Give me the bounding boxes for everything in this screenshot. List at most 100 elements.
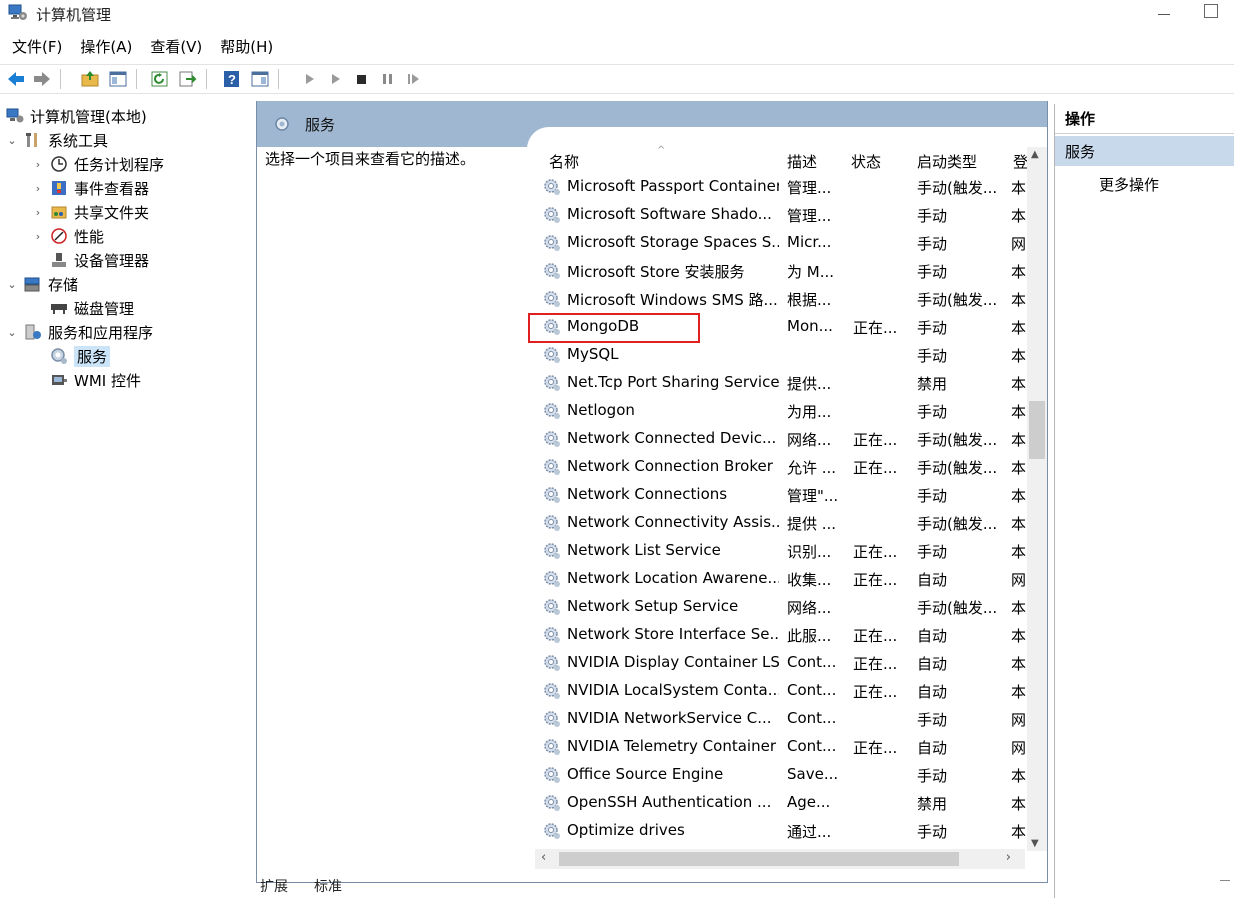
scroll-down-icon[interactable]: ▼ bbox=[1031, 838, 1039, 849]
service-name: OpenSSH Authentication ... bbox=[567, 793, 772, 811]
service-name: Network Connection Broker bbox=[567, 457, 773, 475]
service-startup-type: 自动 bbox=[917, 655, 948, 673]
service-row[interactable]: NVIDIA Display Container LS Cont... 正在... 自… bbox=[527, 649, 1027, 677]
pause-service-icon[interactable] bbox=[378, 70, 398, 88]
chevron-down-icon[interactable]: ⌄ bbox=[6, 278, 18, 291]
service-name: Netlogon bbox=[567, 401, 635, 419]
service-row[interactable]: NVIDIA LocalSystem Conta... Cont... 正在... 自… bbox=[527, 677, 1027, 705]
menu-help[interactable]: 帮助(H) bbox=[220, 36, 273, 60]
service-row[interactable]: NVIDIA NetworkService C... Cont... 手动网 bbox=[527, 705, 1027, 733]
chevron-down-icon[interactable]: ⌄ bbox=[6, 134, 18, 147]
service-gear-icon bbox=[543, 374, 561, 392]
service-gear-icon bbox=[543, 486, 561, 504]
start-service-icon[interactable] bbox=[300, 70, 320, 88]
maximize-button[interactable] bbox=[1204, 4, 1218, 18]
service-row[interactable]: Microsoft Store 安装服务为 M... 手动本 bbox=[527, 257, 1027, 285]
service-row[interactable]: Network Connectivity Assis... 提供 ... 手动(触发… bbox=[527, 509, 1027, 537]
forward-arrow-icon[interactable] bbox=[32, 70, 52, 88]
tree-item-event-viewer[interactable]: › 事件查看器 bbox=[32, 176, 149, 200]
service-gear-icon bbox=[543, 290, 561, 308]
tree-item-shared-folders[interactable]: › 共享文件夹 bbox=[32, 200, 149, 224]
service-row[interactable]: Network Connection Broker 允许 ... 正在... 手动(触… bbox=[527, 453, 1027, 481]
storage-icon bbox=[24, 275, 42, 293]
service-row[interactable]: Network Connections 管理"... 手动本 bbox=[527, 481, 1027, 509]
panel-title: 服务 bbox=[305, 116, 336, 134]
tree-item-system-tools[interactable]: ⌄ 系统工具 bbox=[6, 128, 108, 152]
service-row[interactable]: Netlogon 为用... 手动本 bbox=[527, 397, 1027, 425]
shared-folders-icon bbox=[50, 203, 68, 221]
service-name: Network Setup Service bbox=[567, 597, 739, 615]
tools-icon bbox=[24, 131, 42, 149]
tree-item-task-scheduler[interactable]: › 任务计划程序 bbox=[32, 152, 164, 176]
service-row[interactable]: Optimize drives 通过... 手动本 bbox=[527, 817, 1027, 845]
menu-file[interactable]: 文件(F) bbox=[12, 36, 62, 60]
service-row[interactable]: Network Connected Devic... 网络... 正在... 手动(触… bbox=[527, 425, 1027, 453]
refresh-icon[interactable] bbox=[150, 70, 170, 88]
service-row[interactable]: Microsoft Windows SMS 路... 根据... 手动(触发... 本 bbox=[527, 285, 1027, 313]
service-row[interactable]: MySQL 手动本 bbox=[527, 341, 1027, 369]
column-header-logon-as[interactable]: 登 bbox=[1013, 151, 1028, 172]
actions-section-services[interactable]: 服务 bbox=[1055, 136, 1234, 166]
service-gear-icon bbox=[543, 822, 561, 840]
show-hide-tree-icon[interactable] bbox=[108, 70, 128, 88]
tree-item-disk-management[interactable]: 磁盘管理 bbox=[50, 296, 134, 320]
service-row[interactable]: Microsoft Passport Container 管理... 手动(触发..… bbox=[527, 173, 1027, 201]
tree-item-device-manager[interactable]: 设备管理器 bbox=[50, 248, 149, 272]
performance-icon bbox=[50, 227, 68, 245]
export-list-icon[interactable] bbox=[178, 70, 198, 88]
menu-action[interactable]: 操作(A) bbox=[80, 36, 132, 60]
tree-item-storage[interactable]: ⌄ 存储 bbox=[6, 272, 78, 296]
minimize-button[interactable] bbox=[1152, 3, 1176, 23]
scroll-up-icon[interactable]: ▲ bbox=[1031, 149, 1039, 160]
chevron-down-icon[interactable]: ⌄ bbox=[6, 326, 18, 339]
service-description: 此服... bbox=[787, 627, 832, 645]
horizontal-scrollbar[interactable]: ‹ › bbox=[535, 849, 1025, 869]
chevron-right-icon[interactable]: › bbox=[32, 182, 44, 195]
up-folder-icon[interactable] bbox=[80, 70, 100, 88]
stop-service-icon[interactable] bbox=[352, 70, 372, 88]
chevron-right-icon[interactable]: › bbox=[32, 206, 44, 219]
service-description: Mon... bbox=[787, 317, 833, 335]
service-row[interactable]: Microsoft Storage Spaces S... Micr... 手动网 bbox=[527, 229, 1027, 257]
service-row[interactable]: Microsoft Software Shado... 管理... 手动本 bbox=[527, 201, 1027, 229]
tree-item-performance[interactable]: › 性能 bbox=[32, 224, 104, 248]
service-row[interactable]: Network Location Awarene... 收集... 正在... 自动网 bbox=[527, 565, 1027, 593]
column-header-status[interactable]: 状态 bbox=[851, 151, 881, 172]
more-actions-link[interactable]: 更多操作 bbox=[1099, 174, 1159, 195]
horizontal-scroll-thumb[interactable] bbox=[559, 852, 959, 866]
tree-item-computer-management[interactable]: 计算机管理(本地) bbox=[6, 104, 147, 128]
show-hide-action-pane-icon[interactable] bbox=[250, 70, 270, 88]
service-row[interactable]: Network List Service 识别... 正在... 手动本 bbox=[527, 537, 1027, 565]
service-name: NVIDIA Telemetry Container bbox=[567, 737, 776, 755]
service-row[interactable]: NVIDIA Telemetry Container Cont... 正在... 自动… bbox=[527, 733, 1027, 761]
service-row[interactable]: Office Source Engine Save... 手动本 bbox=[527, 761, 1027, 789]
vertical-scrollbar[interactable]: ▲ ▼ bbox=[1027, 147, 1047, 851]
scroll-left-icon[interactable]: ‹ bbox=[541, 850, 546, 865]
back-arrow-icon[interactable] bbox=[6, 70, 26, 88]
help-icon[interactable]: ? bbox=[222, 70, 242, 88]
service-status: 正在... bbox=[853, 431, 898, 449]
service-row[interactable]: Network Store Interface Se... 此服... 正在... 自… bbox=[527, 621, 1027, 649]
column-header-description[interactable]: 描述 bbox=[787, 151, 817, 172]
tree-item-label: WMI 控件 bbox=[74, 371, 141, 390]
scroll-thumb[interactable] bbox=[1029, 401, 1045, 459]
restart-service-icon[interactable] bbox=[404, 70, 424, 88]
tab-standard[interactable]: 标准 bbox=[314, 876, 342, 896]
chevron-right-icon[interactable]: › bbox=[32, 158, 44, 171]
tree-item-services[interactable]: 服务 bbox=[50, 344, 111, 368]
scroll-right-icon[interactable]: › bbox=[1006, 850, 1011, 865]
service-name: Network Connectivity Assis... bbox=[567, 513, 779, 531]
column-header-name[interactable]: 名称 bbox=[549, 151, 579, 172]
menu-view[interactable]: 查看(V) bbox=[150, 36, 202, 60]
tree-item-services-and-applications[interactable]: ⌄ 服务和应用程序 bbox=[6, 320, 153, 344]
service-row[interactable]: OpenSSH Authentication ... Age... 禁用本 bbox=[527, 789, 1027, 817]
tree-item-wmi-control[interactable]: WMI 控件 bbox=[50, 368, 141, 392]
tab-extended[interactable]: 扩展 bbox=[260, 876, 288, 896]
service-description: 为 M... bbox=[787, 263, 835, 281]
column-header-startup-type[interactable]: 启动类型 bbox=[917, 151, 977, 172]
service-description: 为用... bbox=[787, 403, 832, 421]
service-row[interactable]: Net.Tcp Port Sharing Service 提供... 禁用本 bbox=[527, 369, 1027, 397]
start-service-alt-icon[interactable] bbox=[326, 70, 346, 88]
service-row[interactable]: Network Setup Service 网络... 手动(触发... 本 bbox=[527, 593, 1027, 621]
chevron-right-icon[interactable]: › bbox=[32, 230, 44, 243]
